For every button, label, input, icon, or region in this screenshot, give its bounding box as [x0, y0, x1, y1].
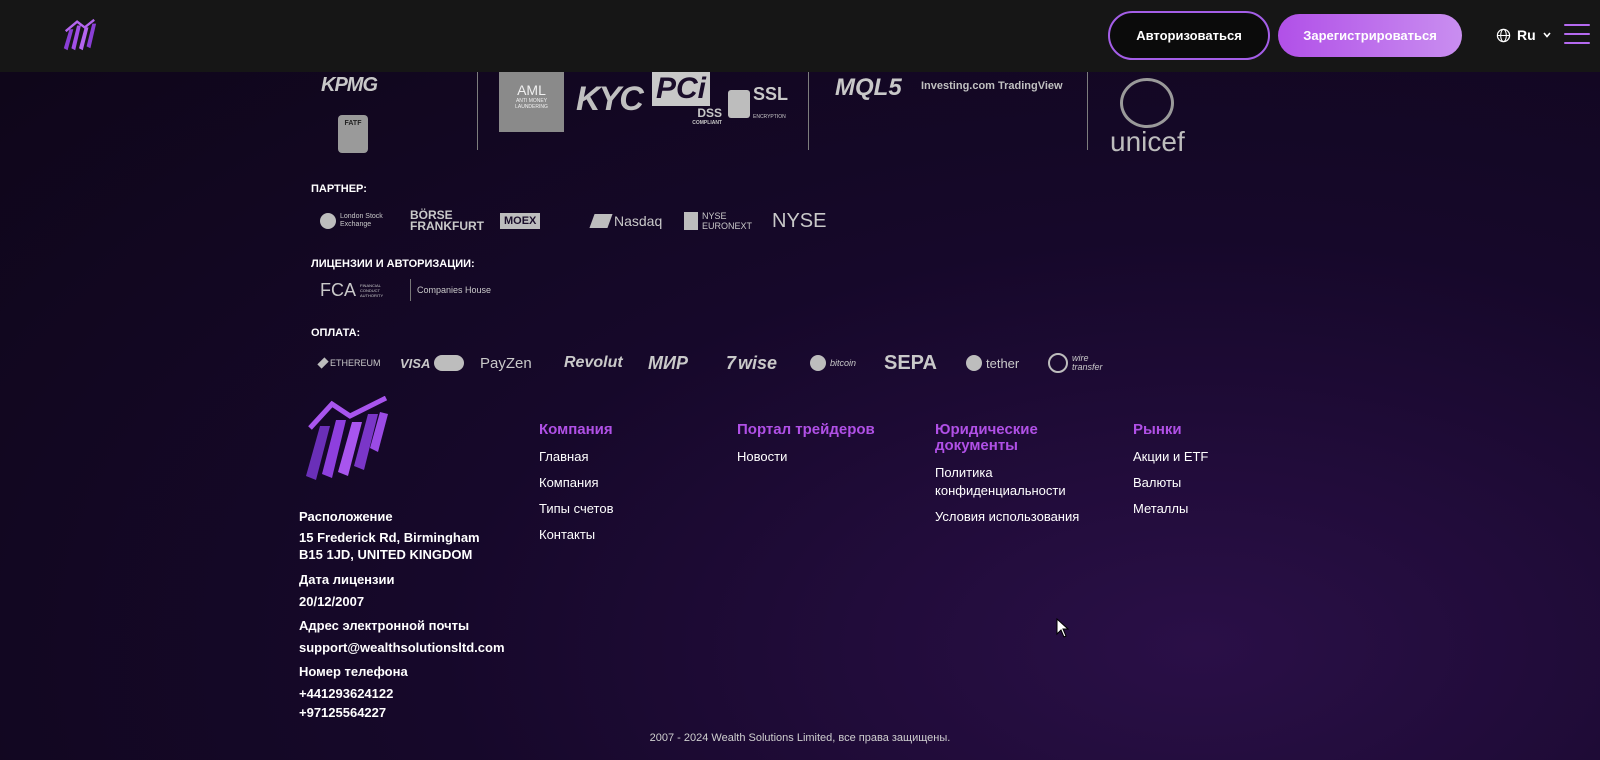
footer-link-stocks-etf[interactable]: Акции и ETF — [1133, 448, 1208, 466]
sepa-logo: SEPA — [884, 351, 937, 374]
partners-title: ПАРТНЕР: — [311, 183, 367, 195]
footer-link-currencies[interactable]: Валюты — [1133, 474, 1208, 492]
column-title: Компания — [539, 421, 613, 438]
tradingview-logo: TradingView — [998, 80, 1063, 92]
ethereum-logo: ETHEREUM — [317, 357, 400, 369]
mir-logo: МИР — [648, 352, 688, 373]
bitcoin-logo: bitcoin — [810, 355, 884, 371]
hamburger-icon[interactable] — [1564, 24, 1590, 46]
ssl-logo: SSL ENCRYPTION — [728, 84, 788, 123]
copyright: 2007 - 2024 Wealth Solutions Limited, вс… — [649, 732, 951, 744]
site-header: Авторизоваться Зарегистрироваться Ru — [0, 0, 1600, 72]
license-date-value: 20/12/2007 — [299, 594, 365, 609]
tether-logo: tether — [966, 355, 1048, 371]
fca-logo: FCA FINANCIAL CONDUCT AUTHORITY — [320, 279, 384, 300]
footer-link-terms[interactable]: Условия использования — [935, 508, 1079, 526]
mql5-logo: MQL5 — [835, 74, 902, 101]
payment-logos: ETHEREUM VISA PayZen Revolut МИР 7 wise b… — [317, 350, 1118, 376]
language-label: Ru — [1517, 27, 1536, 43]
phone-label: Номер телефона — [299, 664, 408, 679]
borse-frankfurt-logo: BÖRSE FRANKFURT — [410, 208, 484, 233]
column-title: Портал трейдеров — [737, 421, 875, 438]
wise-logo: 7 wise — [726, 352, 778, 373]
language-selector[interactable]: Ru — [1496, 24, 1552, 46]
divider — [1087, 72, 1088, 150]
lse-logo: London Stock Exchange — [320, 213, 410, 229]
nyse-euronext-logo: NYSE EURONEXT — [684, 211, 772, 231]
location-address: 15 Frederick Rd, Birmingham B15 1JD, UNIT… — [299, 530, 480, 562]
company-logo-icon — [306, 396, 388, 480]
email-label: Адрес электронной почты — [299, 618, 470, 633]
companies-house-logo: Companies House — [410, 279, 491, 301]
unicef-logo: unicef — [1110, 126, 1185, 157]
pci-dss-logo: PCi DSS COMPLIANT — [652, 72, 722, 127]
column-title: Рынки — [1133, 421, 1182, 438]
footer-column-company: Компания Главная Компания Типы счетов Ко… — [539, 422, 614, 544]
moex-logo: MOEX — [500, 213, 592, 229]
phone-link-1[interactable]: +441293624122 — [299, 685, 393, 702]
footer-link-news[interactable]: Новости — [737, 448, 875, 466]
footer-column-markets: Рынки Акции и ETF Валюты Металлы — [1133, 422, 1208, 518]
login-button[interactable]: Авторизоваться — [1108, 11, 1270, 60]
payments-title: ОПЛАТА: — [311, 327, 361, 339]
divider — [477, 72, 478, 150]
globe-icon — [1496, 28, 1511, 42]
bar-chart-logo-icon[interactable] — [60, 16, 98, 54]
chevron-down-icon — [1543, 32, 1551, 38]
column-title: Юридические документы — [935, 421, 1038, 454]
payzen-logo: PayZen — [480, 354, 532, 372]
lock-icon — [728, 89, 750, 118]
register-button[interactable]: Зарегистрироваться — [1278, 14, 1462, 57]
license-logos: FCA FINANCIAL CONDUCT AUTHORITY Companie… — [320, 278, 491, 302]
visa-mastercard-logo: VISA — [400, 355, 480, 371]
footer-column-legal: Юридические документы Политика конфиденциа… — [935, 422, 1079, 526]
fatf-logo: FATF — [338, 115, 368, 153]
location-label: Расположение — [299, 509, 393, 524]
revolut-logo: Revolut — [564, 354, 623, 371]
nasdaq-logo: NYSE EURONEXTNasdaq — [589, 213, 684, 229]
unicef-emblem-icon — [1120, 78, 1174, 128]
footer-link-account-types[interactable]: Типы счетов — [539, 500, 614, 518]
kyc-logo: KYC — [576, 80, 644, 118]
investing-logo: Investing.com — [921, 80, 995, 92]
footer-column-traders: Портал трейдеров Новости — [737, 422, 875, 466]
mouse-cursor-icon — [1056, 618, 1070, 638]
email-link[interactable]: support@wealthsolutionsltd.com — [299, 639, 505, 656]
license-date-label: Дата лицензии — [299, 572, 395, 587]
phone-link-2[interactable]: +97125564227 — [299, 704, 386, 721]
divider — [808, 72, 809, 150]
kpmg-logo: KPMG — [321, 74, 378, 96]
wire-transfer-logo: wire transfer — [1048, 353, 1118, 373]
footer-link-metals[interactable]: Металлы — [1133, 500, 1208, 518]
licenses-title: ЛИЦЕНЗИИ И АВТОРИЗАЦИИ: — [311, 258, 475, 270]
footer-link-home[interactable]: Главная — [539, 448, 614, 466]
footer-link-privacy-policy[interactable]: Политика конфиденциальности — [935, 464, 1079, 500]
nyse-logo: NYSE — [772, 209, 827, 232]
partner-logos: London Stock Exchange BÖRSE FRANKFURT MO… — [320, 206, 852, 236]
footer-link-company[interactable]: Компания — [539, 474, 614, 492]
footer-link-contacts[interactable]: Контакты — [539, 526, 614, 544]
aml-logo: AML ANTI MONEY LAUNDERING — [499, 72, 564, 132]
